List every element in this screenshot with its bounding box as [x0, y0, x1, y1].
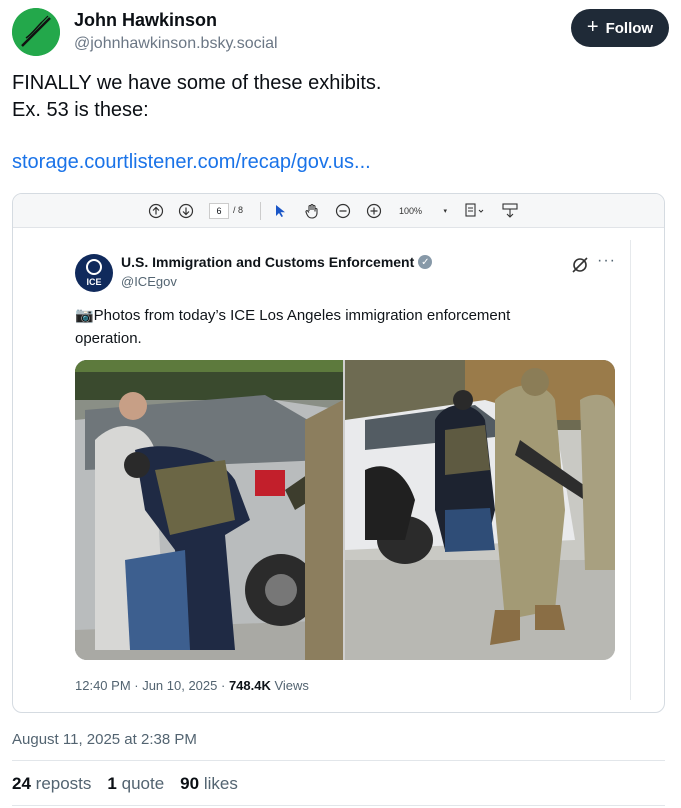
author-handle[interactable]: @johnhawkinson.bsky.social [74, 35, 278, 53]
post-stats: 24 reposts 1 quote 90 likes [12, 774, 238, 794]
photo-left [75, 360, 343, 660]
post-text-line: Ex. 53 is these: [12, 99, 149, 121]
plus-icon: + [586, 16, 599, 38]
avatar[interactable] [12, 8, 60, 56]
ice-logo: ICE [75, 254, 113, 292]
quotes-label: quote [121, 774, 165, 793]
likes-label: likes [203, 774, 238, 793]
hand-icon[interactable] [303, 202, 321, 220]
avatar-image [12, 8, 60, 56]
tweet-views-count: 748.4K [228, 678, 271, 693]
tweet-views-label: Views [270, 678, 309, 693]
pdf-toolbar: 6 / 8 100% ▾ [13, 194, 664, 228]
post-link[interactable]: storage.courtlistener.com/recap/gov.us..… [12, 151, 371, 174]
post-date: August 11, 2025 at 2:38 PM [12, 731, 197, 748]
post-text-line: FINALLY we have some of these exhibits. [12, 72, 382, 94]
tweet-meta: 12:40 PM · Jun 10, 2025 · 748.4K Views [75, 678, 309, 693]
tweet-text-line: operation. [75, 330, 142, 347]
page-fit-icon[interactable] [463, 202, 487, 220]
tweet-border [630, 240, 631, 700]
tweet-text: 📷Photos from today’s ICE Los Angeles imm… [75, 304, 575, 350]
seal-icon [86, 259, 102, 275]
tweet-author-name: U.S. Immigration and Customs Enforcement… [121, 254, 433, 270]
zoom-select[interactable]: 100% ▾ [395, 203, 451, 219]
post-header: John Hawkinson @johnhawkinson.bsky.socia… [12, 6, 669, 58]
zoom-in-icon[interactable] [365, 202, 383, 220]
toolbar-divider [260, 202, 261, 220]
arrow-up-icon[interactable] [147, 202, 165, 220]
verified-badge-icon: ✓ [418, 255, 433, 269]
quotes-stat[interactable]: 1 quote [107, 774, 164, 794]
reposts-label: reposts [35, 774, 92, 793]
tweet-author-handle: @ICEgov [121, 274, 177, 289]
zoom-value: 100% [399, 206, 423, 216]
tweet-author-name-text: U.S. Immigration and Customs Enforcement [121, 254, 415, 270]
likes-count: 90 [180, 774, 200, 793]
author-name[interactable]: John Hawkinson [74, 10, 217, 31]
zoom-out-icon[interactable] [334, 202, 352, 220]
divider [12, 760, 665, 761]
tweet-photos [75, 360, 615, 660]
tweet-text-line: 📷Photos from today’s ICE Los Angeles imm… [75, 307, 511, 324]
follow-button[interactable]: + Follow [571, 9, 669, 47]
chevron-down-icon: ▾ [443, 208, 447, 215]
reposts-stat[interactable]: 24 reposts [12, 774, 91, 794]
arrow-down-icon[interactable] [177, 202, 195, 220]
download-icon[interactable] [500, 202, 520, 220]
page-number-input[interactable]: 6 [209, 203, 229, 219]
post-text: FINALLY we have some of these exhibits. … [12, 70, 662, 124]
photo-right [345, 360, 615, 660]
quotes-count: 1 [107, 774, 117, 793]
embedded-image[interactable]: 6 / 8 100% ▾ ICE U.S. Immigration and Cu… [12, 193, 665, 713]
reposts-count: 24 [12, 774, 31, 793]
more-icon: ··· [597, 252, 616, 269]
cursor-icon[interactable] [274, 202, 288, 220]
grok-icon [571, 256, 589, 274]
likes-stat[interactable]: 90 likes [180, 774, 238, 794]
divider [12, 805, 665, 806]
ice-logo-text: ICE [86, 277, 102, 287]
tweet-time: 12:40 PM · Jun 10, 2025 · [75, 678, 229, 693]
follow-label: Follow [605, 19, 654, 37]
page-total: / 8 [233, 205, 244, 215]
